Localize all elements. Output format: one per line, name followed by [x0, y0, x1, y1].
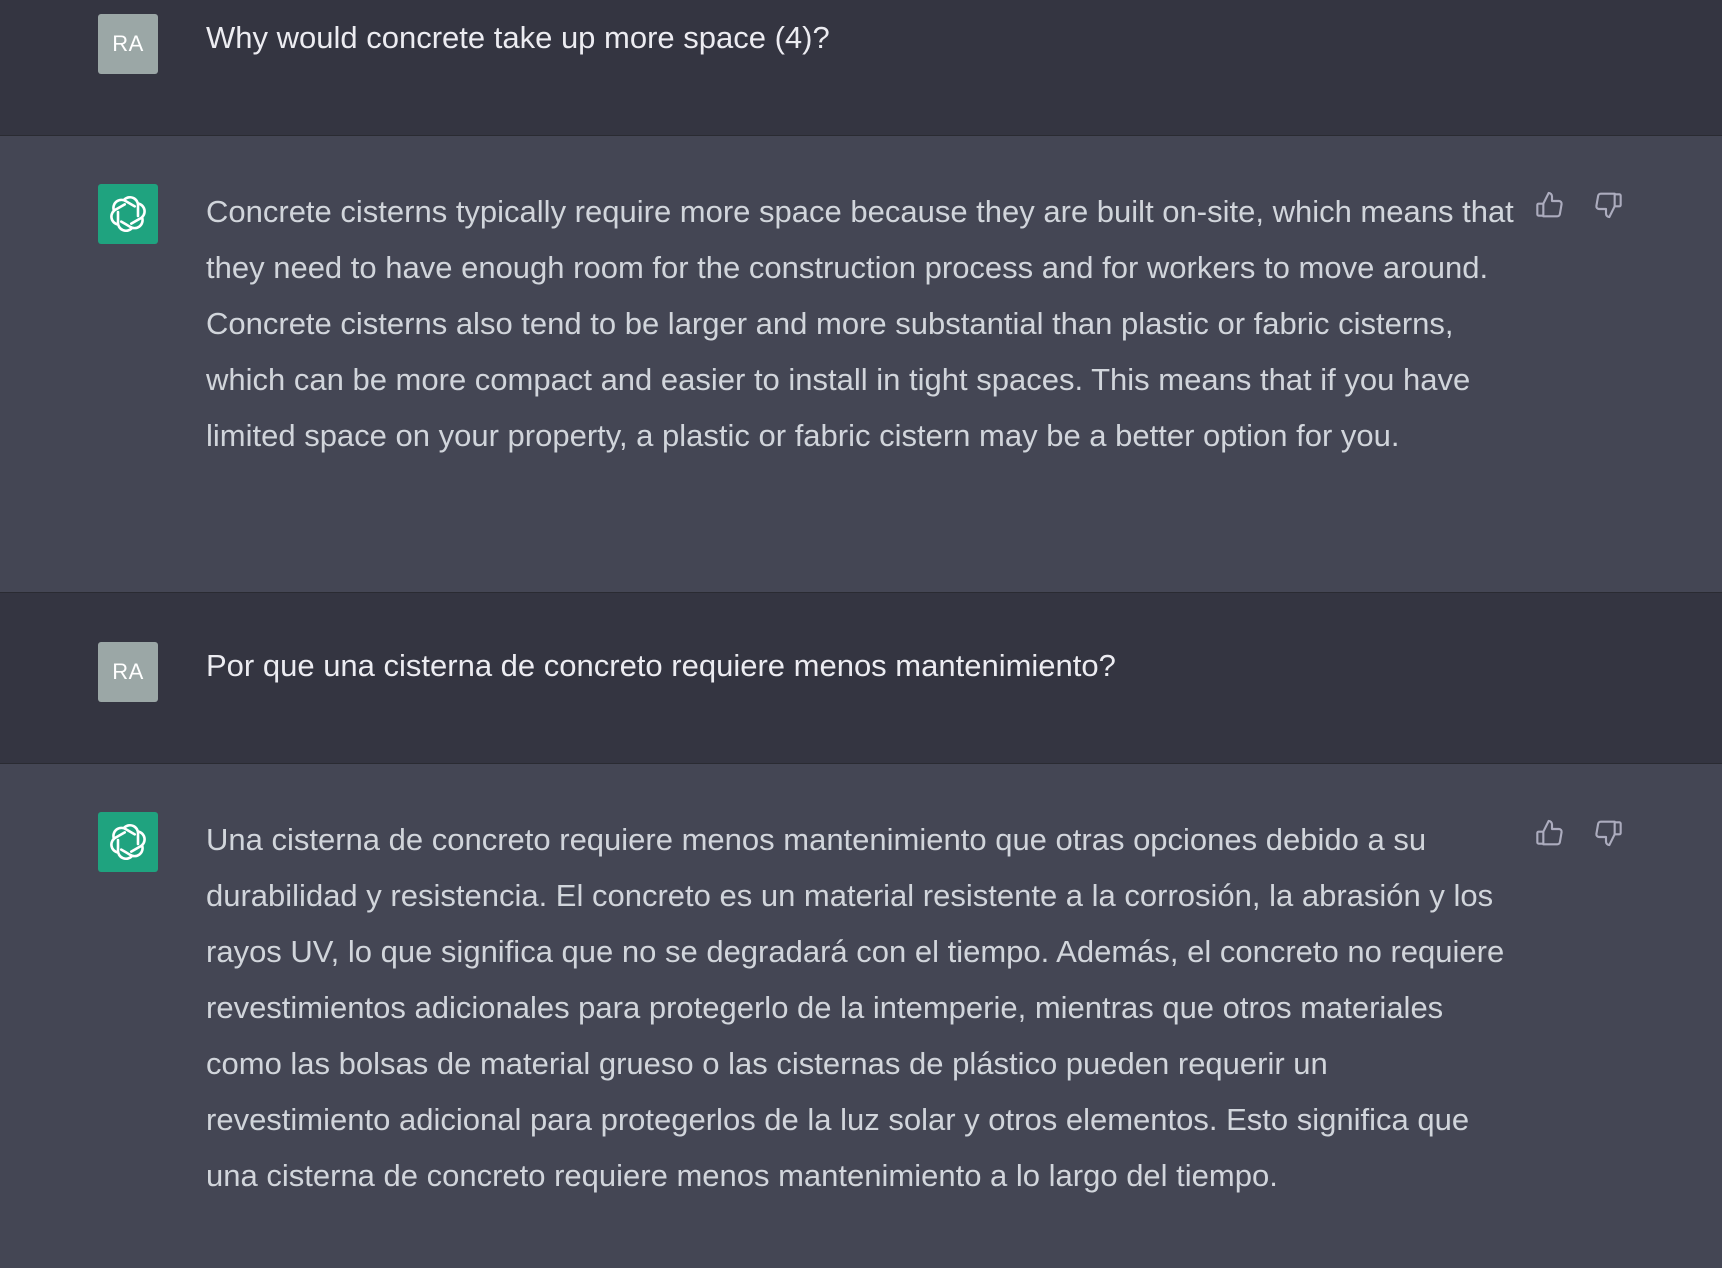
thumbs-up-icon — [1536, 819, 1563, 846]
thumbs-up-icon — [1536, 191, 1563, 218]
thumbs-down-button[interactable] — [1591, 188, 1625, 222]
assistant-avatar — [98, 812, 158, 872]
user-message: RA Por que una cisterna de concreto requ… — [0, 593, 1722, 764]
openai-logo-icon — [110, 823, 146, 861]
assistant-message-text: Una cisterna de concreto requiere menos … — [206, 822, 1505, 1193]
assistant-message-text: Concrete cisterns typically require more… — [206, 194, 1514, 453]
assistant-message: Concrete cisterns typically require more… — [0, 136, 1722, 593]
thumbs-down-icon — [1595, 192, 1622, 219]
thumbs-up-button[interactable] — [1533, 188, 1567, 222]
openai-logo-icon — [110, 195, 146, 233]
user-avatar: RA — [98, 642, 158, 702]
chat-thread: RA Why would concrete take up more space… — [0, 0, 1722, 1268]
assistant-message: Una cisterna de concreto requiere menos … — [0, 764, 1722, 1268]
user-message: RA Why would concrete take up more space… — [0, 0, 1722, 136]
feedback-actions — [1533, 816, 1625, 850]
feedback-actions — [1533, 188, 1625, 222]
thumbs-up-button[interactable] — [1533, 816, 1567, 850]
user-avatar-initials: RA — [112, 659, 144, 684]
user-message-text: Why would concrete take up more space (4… — [206, 20, 830, 55]
thumbs-down-icon — [1595, 820, 1622, 847]
user-avatar: RA — [98, 14, 158, 74]
thumbs-down-button[interactable] — [1591, 816, 1625, 850]
user-avatar-initials: RA — [112, 31, 144, 56]
user-message-text: Por que una cisterna de concreto requier… — [206, 648, 1116, 683]
assistant-avatar — [98, 184, 158, 244]
